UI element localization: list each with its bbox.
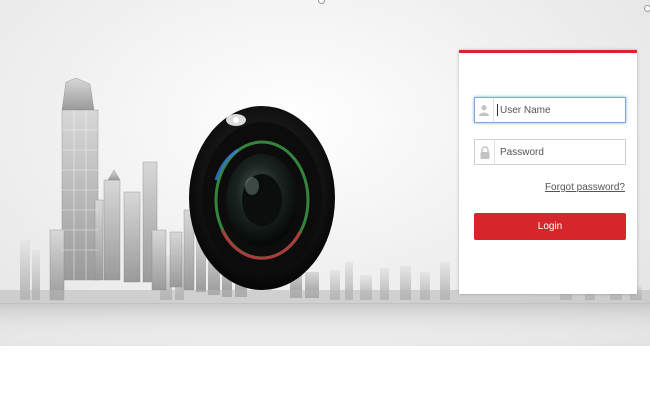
corner-handle-icon [644, 5, 650, 12]
forgot-password-link[interactable]: Forgot password? [545, 182, 625, 193]
login-panel: Forgot password? Login [459, 50, 637, 294]
login-page: Forgot password? Login [0, 0, 650, 400]
user-icon [475, 98, 494, 122]
login-button[interactable]: Login [474, 213, 626, 240]
camera-lens-graphic [189, 106, 335, 290]
lock-icon [475, 140, 495, 164]
username-input[interactable] [497, 104, 625, 116]
password-field[interactable] [474, 139, 626, 165]
password-input[interactable] [495, 141, 625, 163]
username-field[interactable] [474, 97, 626, 123]
